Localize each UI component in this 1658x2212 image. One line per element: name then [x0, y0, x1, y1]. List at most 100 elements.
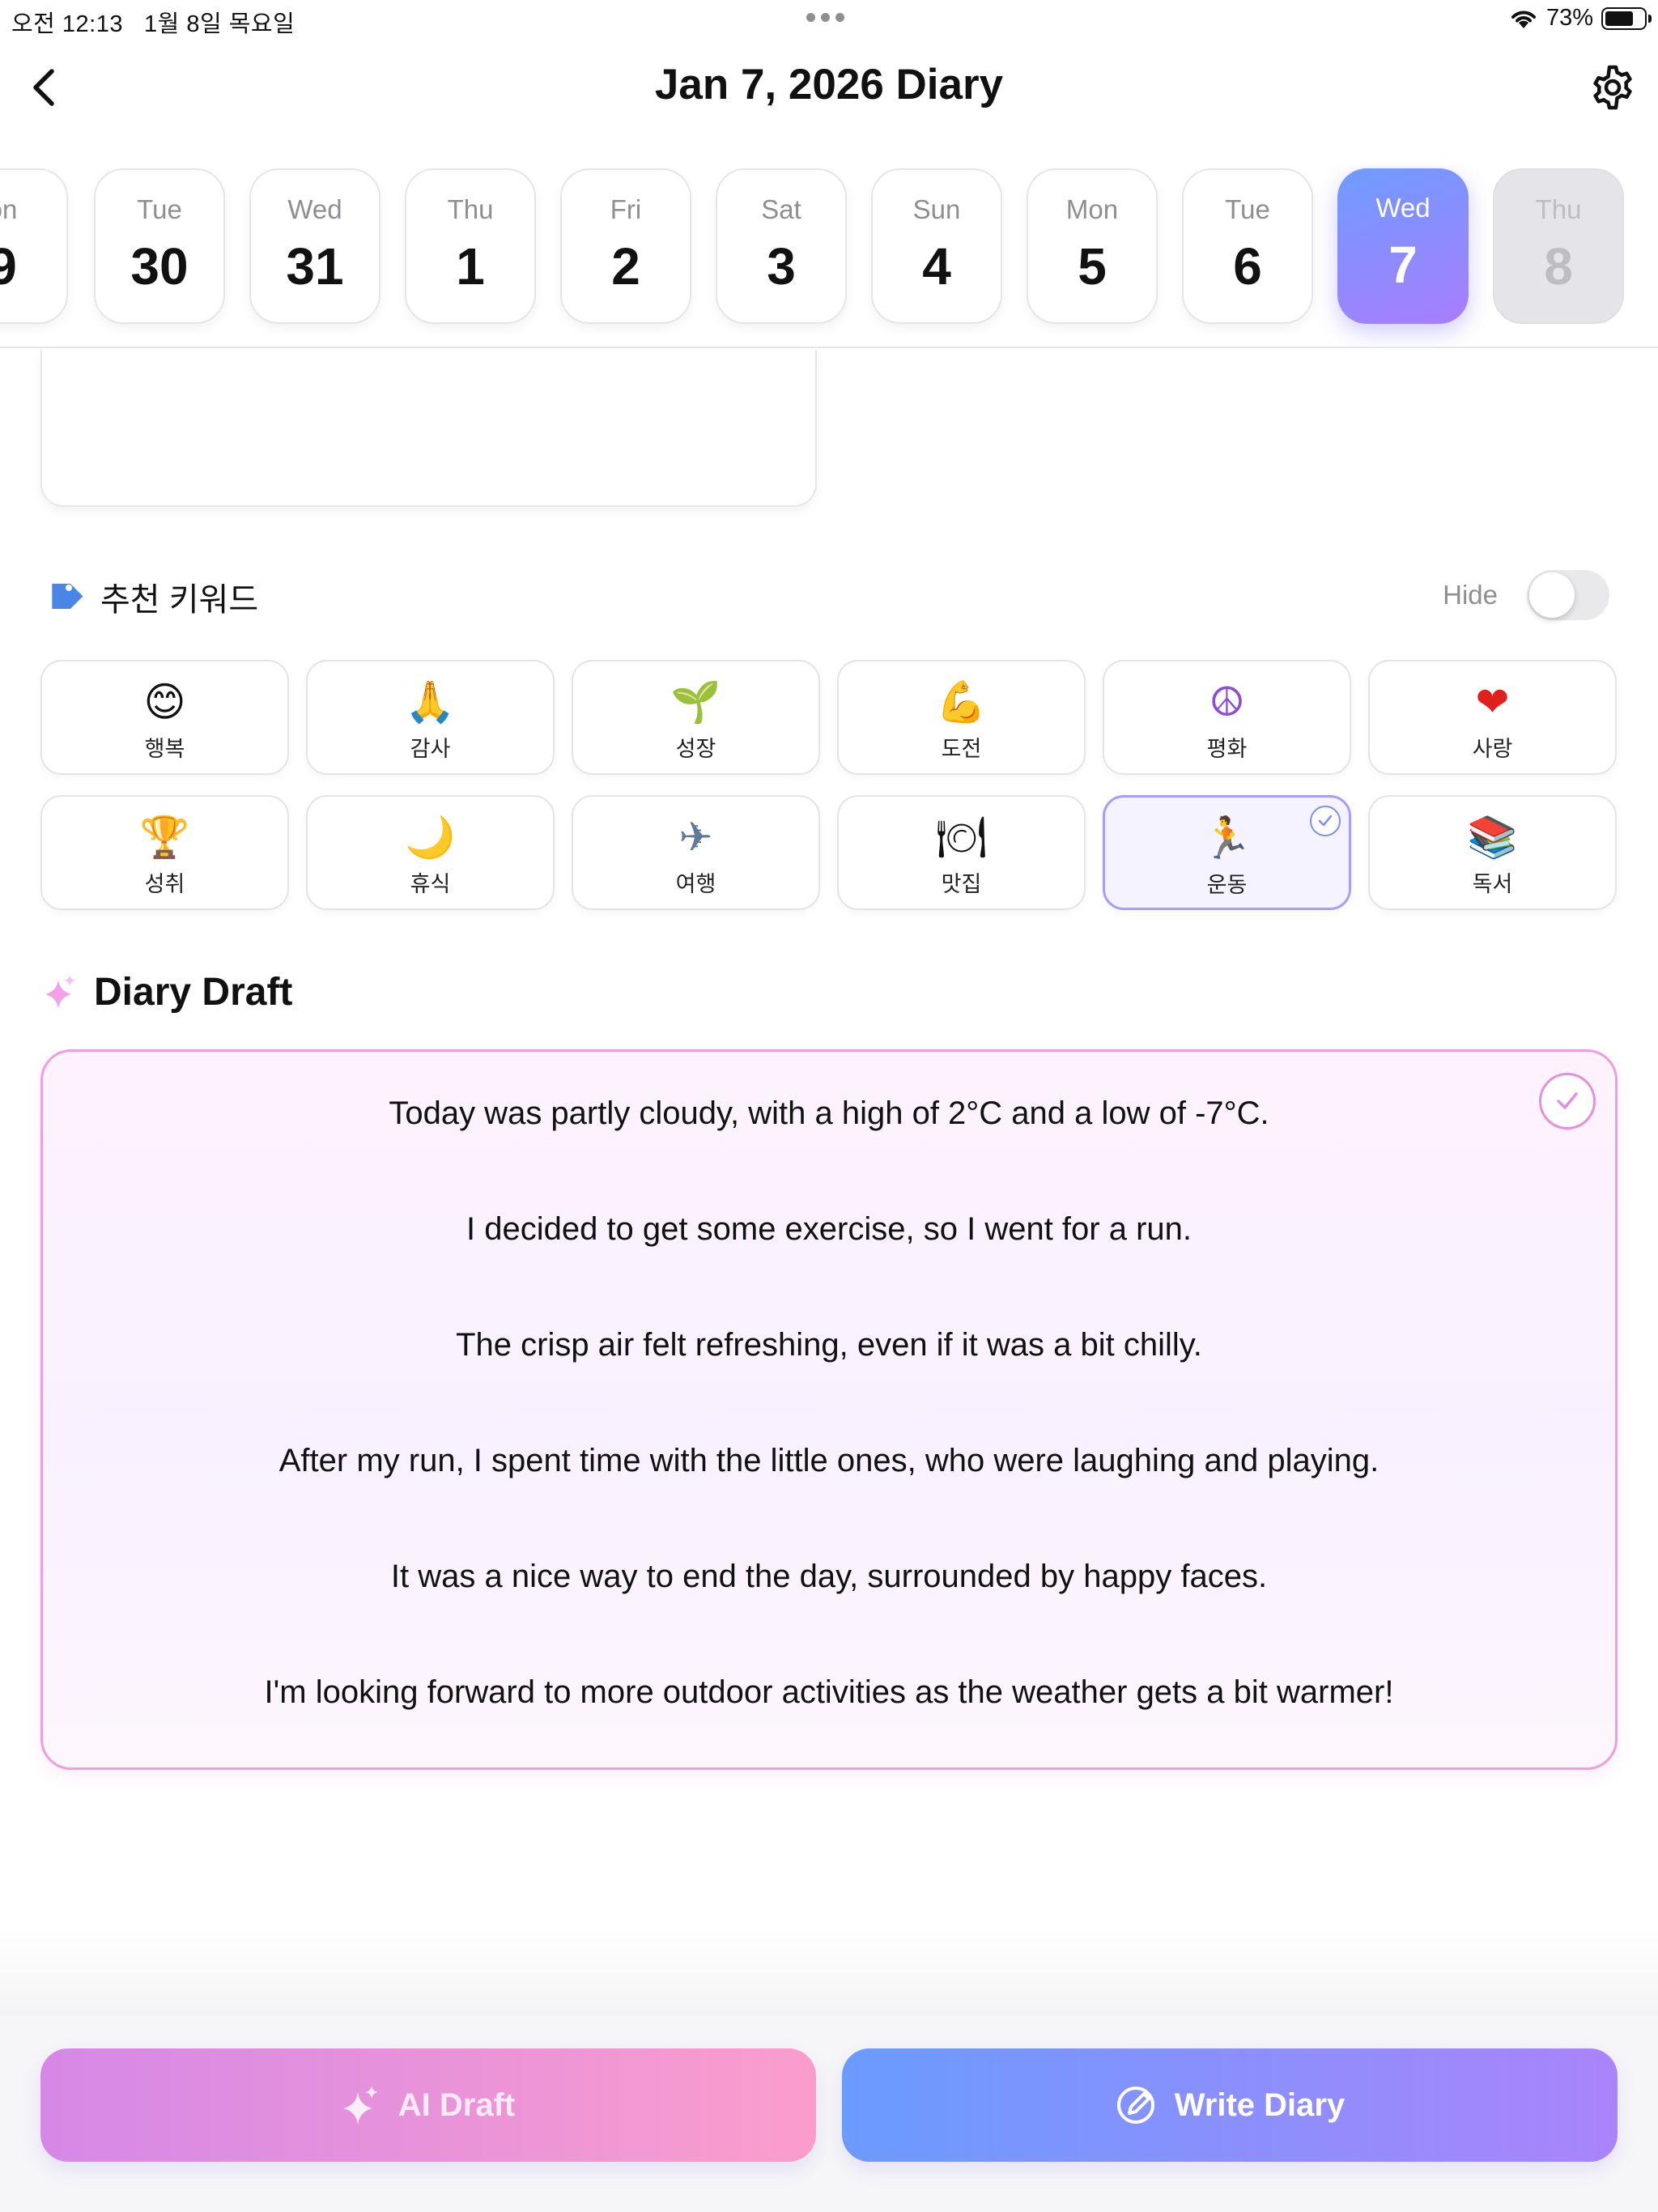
status-time: 오전 12:13 [11, 11, 123, 37]
date-strip[interactable]: on 9 Tue 30 Wed 31 Thu 1 Fri 2 Sat 3 Sun 4 Mon 5… [0, 165, 1658, 348]
date-card[interactable]: Tue 6 [1182, 168, 1313, 324]
keyword-label: 여행 [675, 872, 716, 896]
draft-line: After my run, I spent time with the litt… [278, 1443, 1380, 1478]
keyword-chip[interactable]: 😊 행복 [40, 660, 289, 775]
ai-draft-label: AI Draft [397, 2087, 516, 2123]
date-card-future: Thu 8 [1493, 168, 1624, 324]
keywords-header: 추천 키워드 Hide [42, 567, 1613, 623]
date-day: 30 [130, 237, 189, 296]
draft-title: Diary Draft [94, 971, 293, 1014]
sparkle-icon [342, 2086, 378, 2125]
draft-line: The crisp air felt refreshing, even if i… [456, 1327, 1202, 1363]
keyword-chip[interactable]: 🏆 성취 [40, 795, 289, 910]
peace-emoji-icon: ☮ [1209, 678, 1245, 725]
date-weekday: Wed [1375, 193, 1431, 223]
draft-box[interactable]: Today was partly cloudy, with a high of … [40, 1049, 1618, 1770]
seedling-emoji-icon: 🌱 [670, 678, 721, 725]
write-diary-button[interactable]: Write Diary [842, 2048, 1618, 2162]
draft-line: I decided to get some exercise, so I wen… [466, 1211, 1192, 1247]
date-weekday: Tue [137, 194, 182, 224]
status-bar: 오전 12:13 1월 8일 목요일 73% [0, 0, 1658, 39]
date-day: 4 [922, 237, 951, 296]
date-card[interactable]: on 9 [0, 168, 68, 324]
gear-icon [1593, 65, 1632, 110]
keyword-chip[interactable]: 💪 도전 [837, 660, 1086, 775]
keyword-chip[interactable]: ❤ 사랑 [1368, 660, 1617, 775]
keyword-label: 감사 [410, 737, 451, 761]
hide-keywords-toggle[interactable] [1527, 570, 1609, 620]
keyword-label: 사랑 [1472, 737, 1513, 761]
check-icon [1310, 806, 1341, 836]
date-day: 9 [0, 236, 66, 296]
date-day: 31 [286, 237, 344, 296]
bottom-action-bar: AI Draft Write Diary [0, 2016, 1658, 2212]
toggle-knob [1529, 572, 1575, 618]
moon-emoji-icon: 🌙 [405, 814, 456, 861]
date-card[interactable]: Sat 3 [716, 168, 847, 324]
date-weekday: Thu [1535, 194, 1582, 224]
tag-icon [42, 575, 83, 619]
draft-line: It was a nice way to end the day, surrou… [390, 1559, 1268, 1594]
date-weekday: Mon [1065, 194, 1119, 224]
keyword-label: 맛집 [941, 872, 982, 896]
sparkle-icon [42, 973, 78, 1016]
keyword-chip[interactable]: 🌱 성장 [572, 660, 820, 775]
smile-emoji-icon: 😊 [143, 678, 186, 725]
keyword-chip[interactable]: 🍽 맛집 [837, 795, 1086, 910]
keyword-chip[interactable]: ✈ 여행 [572, 795, 820, 910]
keyword-label: 휴식 [410, 872, 451, 896]
keyword-label: 운동 [1206, 873, 1248, 897]
heart-emoji-icon: ❤ [1475, 678, 1510, 725]
status-datetime: 오전 12:13 1월 8일 목요일 [11, 5, 295, 39]
keyword-label: 성취 [144, 872, 185, 896]
multitasking-dots-icon[interactable] [806, 13, 844, 22]
keywords-title: 추천 키워드 [100, 582, 259, 618]
date-day: 1 [456, 237, 485, 296]
keyword-chip[interactable]: 📚 독서 [1368, 795, 1617, 910]
date-day: 7 [1388, 236, 1418, 294]
ai-draft-button[interactable]: AI Draft [40, 2048, 816, 2162]
date-weekday: Sat [761, 194, 801, 224]
trophy-emoji-icon: 🏆 [139, 814, 190, 861]
page-title: Jan 7, 2026 Diary [654, 61, 1004, 108]
date-card-selected[interactable]: Wed 7 [1337, 168, 1469, 324]
keyword-chip-selected[interactable]: 🏃 운동 [1103, 795, 1351, 910]
write-diary-label: Write Diary [1174, 2087, 1346, 2123]
keyword-chip[interactable]: 🙏 감사 [306, 660, 555, 775]
date-card[interactable]: Thu 1 [405, 168, 536, 324]
keyword-label: 평화 [1206, 737, 1248, 761]
hide-label: Hide [1443, 580, 1498, 610]
draft-line: I'm looking forward to more outdoor acti… [264, 1674, 1394, 1710]
status-date: 1월 8일 목요일 [144, 11, 295, 37]
battery-percent: 73% [1545, 5, 1593, 31]
settings-button[interactable] [1585, 60, 1640, 115]
date-weekday: Thu [447, 194, 494, 224]
date-day: 8 [1544, 237, 1573, 296]
keyword-label: 행복 [144, 737, 185, 761]
keyword-label: 성장 [675, 737, 716, 761]
date-card[interactable]: Tue 30 [94, 168, 225, 324]
battery-icon [1601, 6, 1652, 30]
content-card [40, 350, 817, 507]
plate-emoji-icon: 🍽 [935, 814, 988, 861]
date-day: 3 [767, 237, 796, 296]
airplane-emoji-icon: ✈ [678, 814, 713, 861]
date-card[interactable]: Mon 5 [1027, 168, 1158, 324]
date-weekday: Sun [912, 194, 961, 224]
date-weekday: Fri [610, 194, 642, 224]
date-weekday: on [0, 194, 18, 224]
bottom-fade [0, 1927, 1658, 2016]
navigation-bar: Jan 7, 2026 Diary [0, 49, 1658, 126]
muscle-emoji-icon: 💪 [936, 678, 987, 725]
date-weekday: Wed [287, 194, 342, 224]
wifi-icon [1509, 7, 1538, 30]
books-emoji-icon: 📚 [1467, 814, 1518, 861]
keyword-chip[interactable]: ☮ 평화 [1103, 660, 1351, 775]
date-card[interactable]: Fri 2 [560, 168, 691, 324]
keyword-chip[interactable]: 🌙 휴식 [306, 795, 555, 910]
pray-emoji-icon: 🙏 [405, 678, 456, 725]
date-weekday: Tue [1225, 194, 1270, 224]
draft-line: Today was partly cloudy, with a high of … [389, 1095, 1269, 1131]
date-card[interactable]: Wed 31 [249, 168, 380, 324]
date-card[interactable]: Sun 4 [871, 168, 1002, 324]
